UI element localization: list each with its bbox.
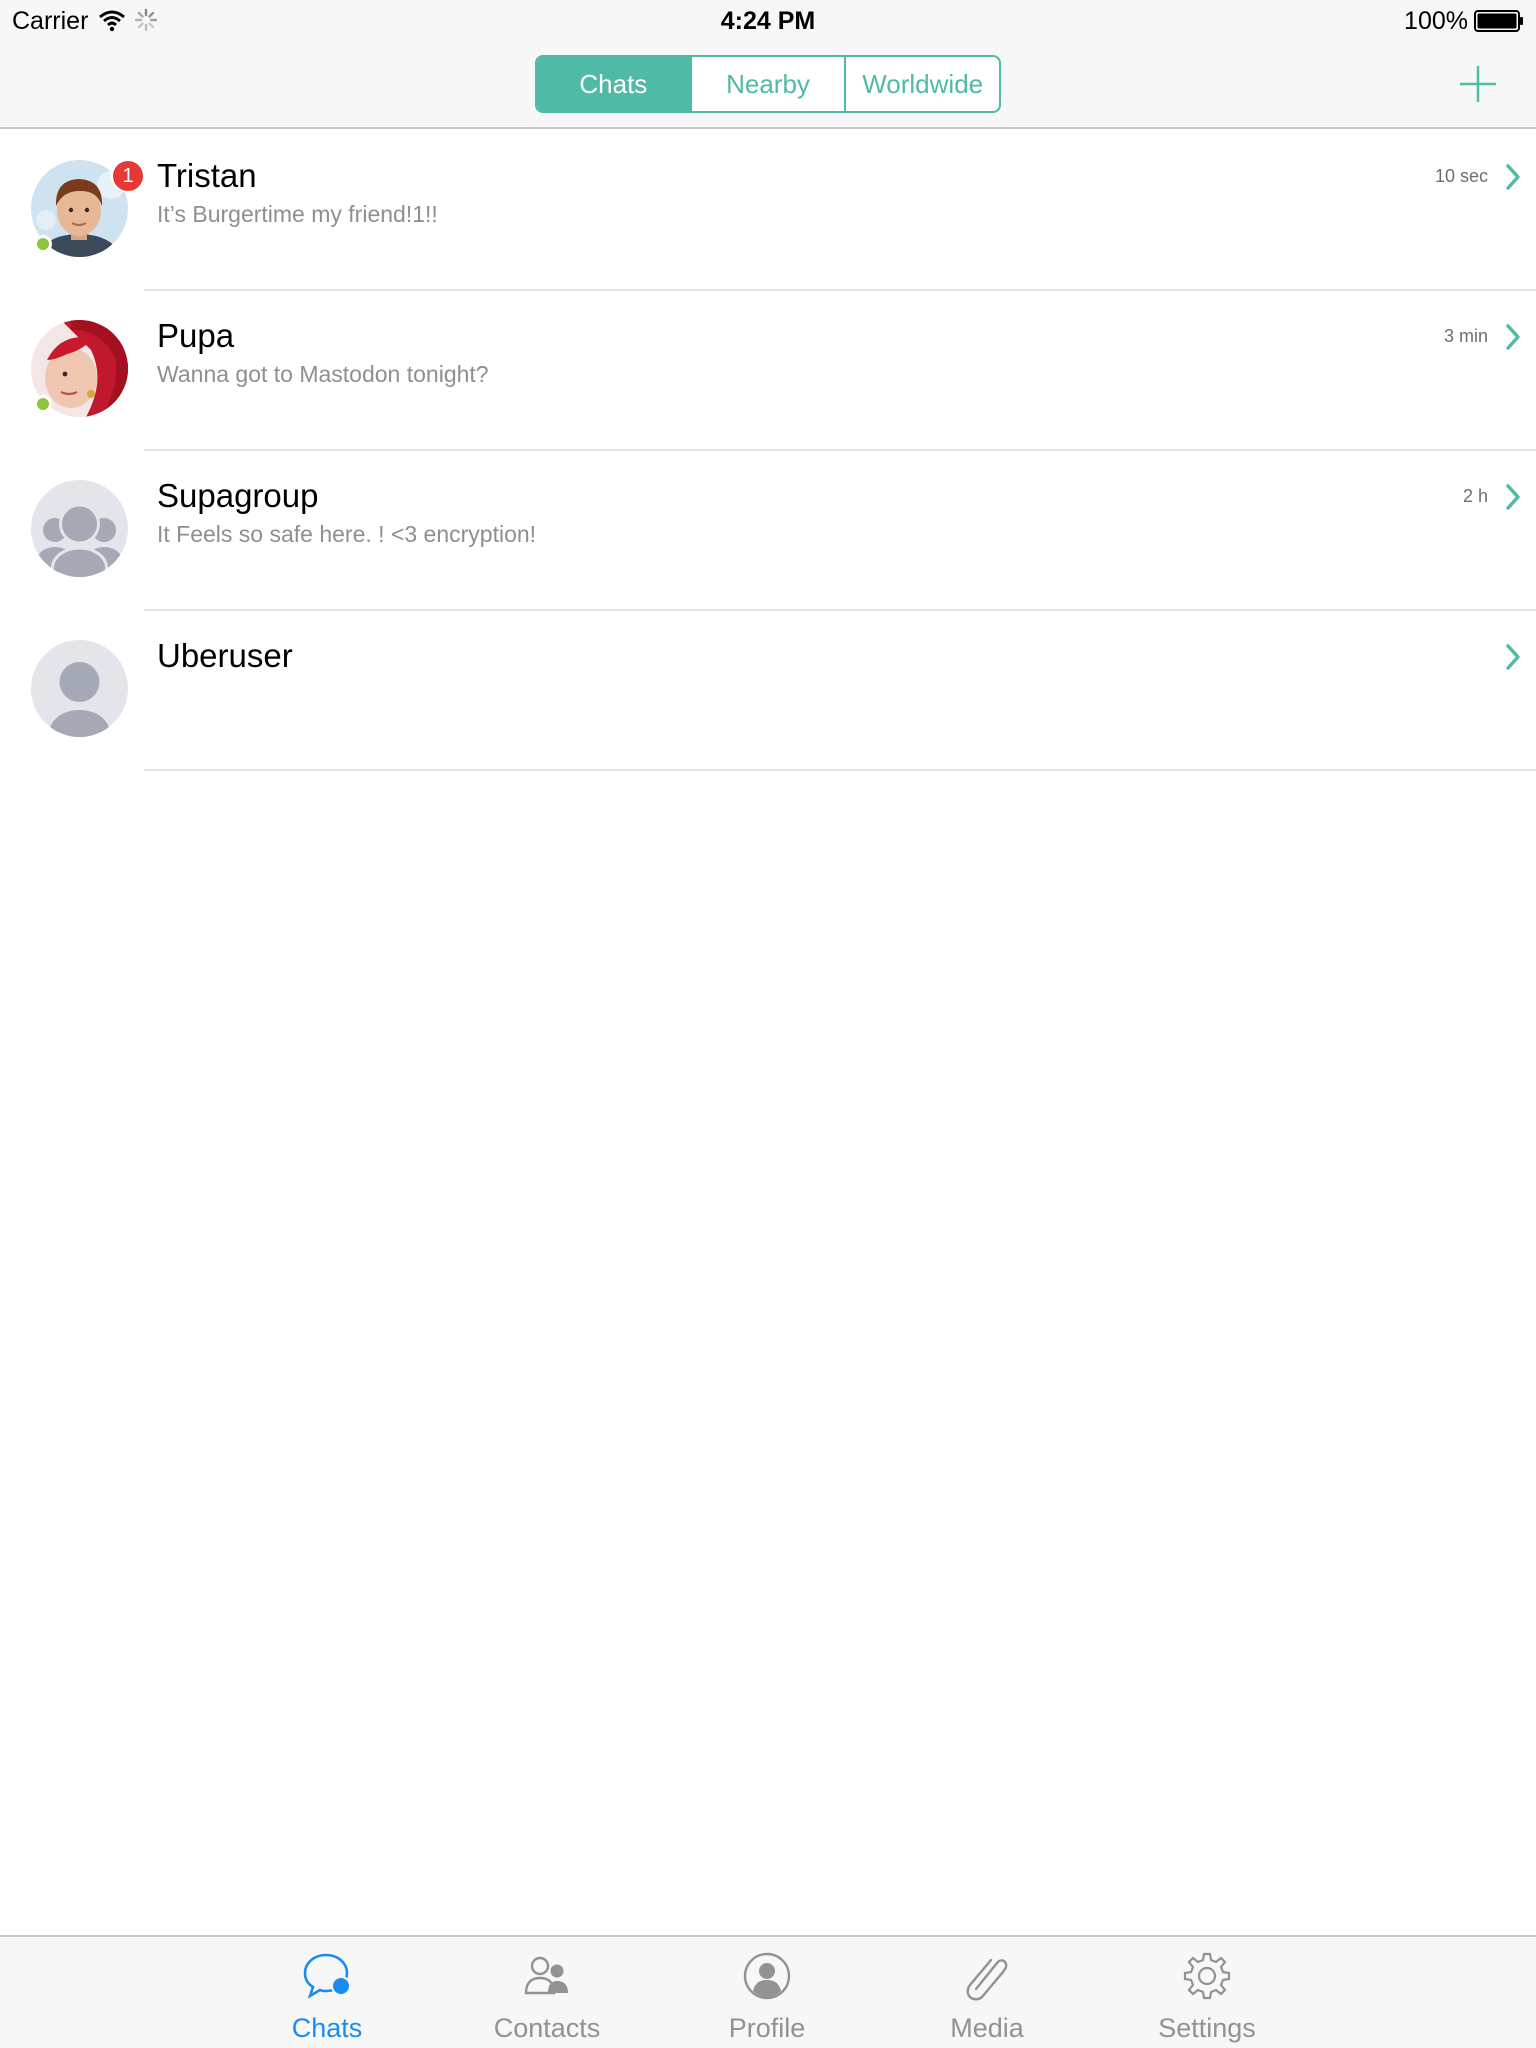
tab-media[interactable]: Media	[907, 1937, 1067, 2048]
chevron-right-icon	[1506, 324, 1520, 350]
gear-icon	[1183, 1952, 1231, 2000]
clock-label: 4:24 PM	[720, 7, 816, 35]
navigation-header: Carrier 4:24 PM 100% Chats Nearby Worldw…	[0, 0, 1536, 129]
avatar	[31, 480, 128, 577]
battery-icon	[1474, 10, 1523, 32]
tab-chats[interactable]: Chats	[247, 1937, 407, 2048]
tab-label: Media	[950, 2013, 1024, 2043]
chat-row-tristan[interactable]: 1 Tristan It’s Burgertime my friend!1!! …	[0, 131, 1536, 291]
segment-chats[interactable]: Chats	[537, 57, 692, 111]
chat-row-pupa[interactable]: Pupa Wanna got to Mastodon tonight? 3 mi…	[0, 291, 1536, 451]
tab-label: Profile	[728, 2013, 806, 2043]
tab-profile[interactable]: Profile	[687, 1937, 847, 2048]
segment-worldwide[interactable]: Worldwide	[846, 57, 999, 111]
profile-icon	[743, 1952, 791, 2000]
status-bar: Carrier 4:24 PM 100%	[0, 0, 1536, 40]
paperclip-icon	[966, 1958, 1008, 2001]
tab-label: Contacts	[493, 2013, 601, 2043]
avatar	[31, 640, 128, 737]
chat-row-uberuser[interactable]: Uberuser	[0, 611, 1536, 771]
chat-scope-segmented-control: Chats Nearby Worldwide	[535, 55, 1001, 113]
chat-timestamp: 10 sec	[1434, 166, 1488, 186]
chat-list: 1 Tristan It’s Burgertime my friend!1!! …	[0, 131, 1536, 771]
chat-row-supagroup[interactable]: Supagroup It Feels so safe here. ! <3 en…	[0, 451, 1536, 611]
chat-timestamp: 2 h	[1462, 486, 1488, 506]
chevron-right-icon	[1506, 644, 1520, 670]
chat-name: Tristan	[157, 157, 257, 194]
chat-preview: Wanna got to Mastodon tonight?	[157, 361, 489, 387]
row-divider	[144, 769, 1536, 771]
chat-preview: It Feels so safe here. ! <3 encryption!	[157, 521, 537, 547]
chevron-right-icon	[1506, 484, 1520, 510]
online-indicator	[34, 235, 52, 253]
chat-bubble-icon	[303, 1953, 351, 1999]
group-placeholder-icon	[31, 480, 128, 577]
unread-badge: 1	[111, 159, 145, 193]
tab-contacts[interactable]: Contacts	[467, 1937, 627, 2048]
tab-bar: Chats Contacts Profile Media Settings	[0, 1935, 1536, 2048]
segment-nearby[interactable]: Nearby	[692, 57, 847, 111]
chat-preview: It’s Burgertime my friend!1!!	[157, 201, 438, 227]
tab-label: Chats	[291, 2013, 363, 2043]
battery-percent: 100%	[1404, 7, 1468, 35]
chat-timestamp: 3 min	[1443, 326, 1488, 346]
tab-settings[interactable]: Settings	[1127, 1937, 1287, 2048]
chat-name: Uberuser	[157, 637, 293, 674]
tab-label: Settings	[1158, 2013, 1256, 2043]
online-indicator	[34, 395, 52, 413]
new-chat-plus-icon[interactable]	[1456, 62, 1500, 106]
contacts-icon	[524, 1956, 568, 1995]
chat-name: Supagroup	[157, 477, 319, 514]
chevron-right-icon	[1506, 164, 1520, 190]
user-placeholder-icon	[31, 640, 128, 737]
chat-name: Pupa	[157, 317, 235, 354]
